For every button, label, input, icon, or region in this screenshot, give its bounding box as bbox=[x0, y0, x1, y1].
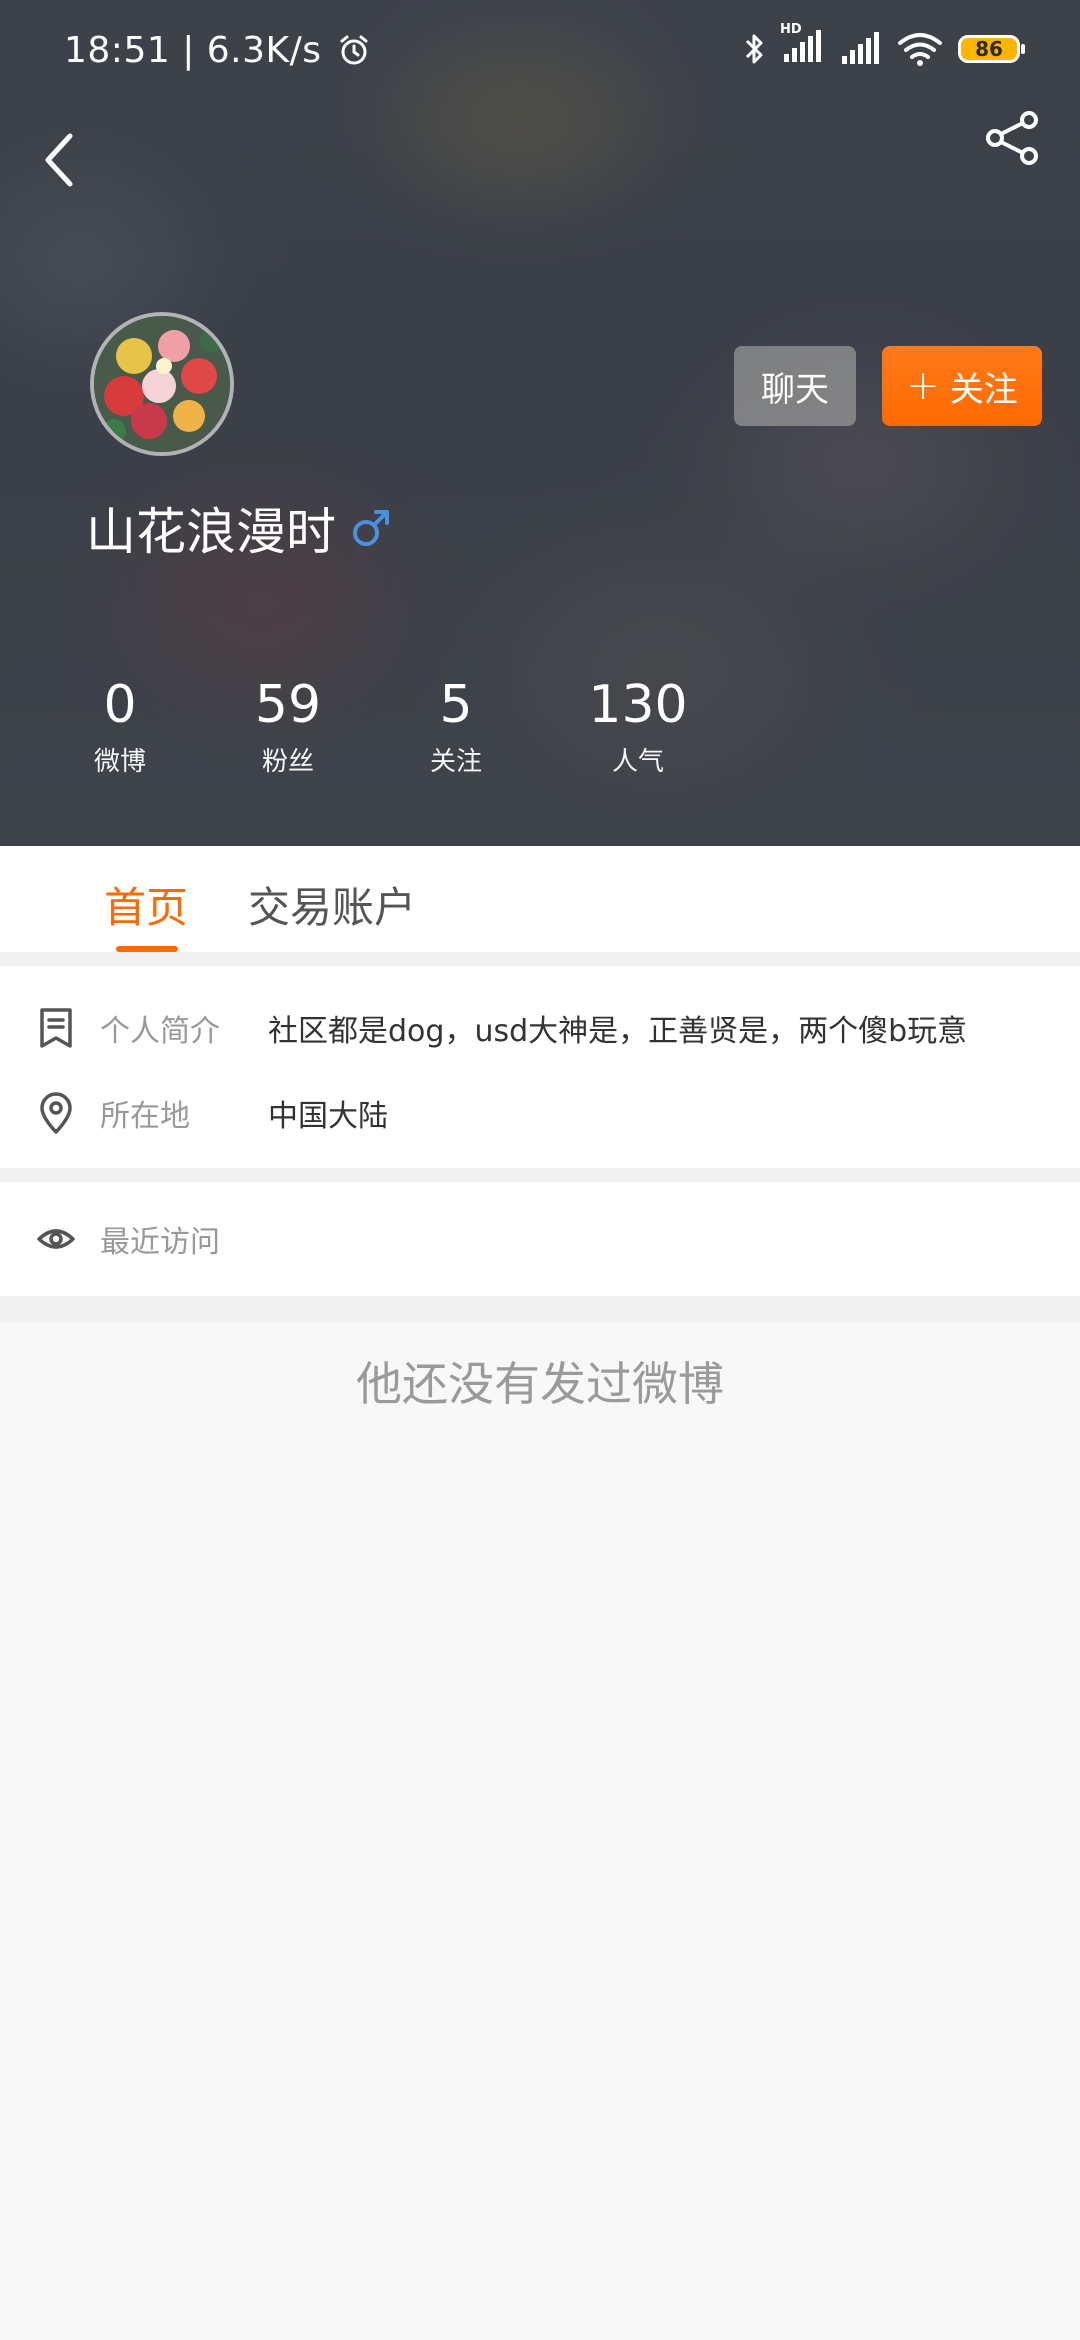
bluetooth-icon bbox=[745, 34, 763, 64]
location-row: 所在地 中国大陆 bbox=[0, 1073, 1080, 1153]
bookmark-icon bbox=[40, 1008, 72, 1048]
tab-trading-account[interactable]: 交易账户 bbox=[248, 874, 416, 935]
avatar[interactable] bbox=[90, 312, 234, 456]
chat-button[interactable]: 聊天 bbox=[734, 346, 856, 426]
wifi-icon bbox=[898, 33, 942, 66]
male-icon bbox=[353, 510, 389, 546]
follow-button[interactable]: + 关注 bbox=[882, 346, 1042, 426]
battery-icon: 86 bbox=[958, 35, 1025, 63]
stat-followers[interactable]: 59 粉丝 bbox=[208, 670, 368, 784]
share-button[interactable] bbox=[980, 105, 1046, 171]
bio-label: 个人简介 bbox=[100, 1014, 220, 1049]
empty-feed-message: 他还没有发过微博 bbox=[356, 1357, 724, 1411]
stat-weibo[interactable]: 0 微博 bbox=[40, 670, 200, 784]
location-value: 中国大陆 bbox=[268, 1099, 388, 1134]
profile-info-card: 个人简介 社区都是dog，usd大神是，正善贤是，两个傻b玩意 所在地 中国大陆 bbox=[0, 966, 1080, 1168]
divider bbox=[0, 1296, 1080, 1322]
stat-following[interactable]: 5 关注 bbox=[376, 670, 536, 784]
tab-home[interactable]: 首页 bbox=[104, 874, 188, 935]
signal-icon bbox=[842, 32, 879, 64]
divider bbox=[0, 952, 1080, 966]
username-row: 山花浪漫时 bbox=[86, 492, 392, 564]
status-time-speed: 18:51 | 6.3K/s bbox=[64, 30, 371, 71]
divider bbox=[0, 1168, 1080, 1182]
username: 山花浪漫时 bbox=[86, 503, 336, 561]
avatar-image bbox=[94, 316, 230, 452]
location-pin-icon bbox=[40, 1092, 72, 1134]
status-icons: HD 86 bbox=[744, 22, 1025, 68]
stat-popularity[interactable]: 130 人气 bbox=[558, 670, 718, 784]
bio-row: 个人简介 社区都是dog，usd大神是，正善贤是，两个傻b玩意 bbox=[0, 988, 1080, 1068]
tab-bar: 首页 交易账户 bbox=[0, 846, 1080, 952]
status-bar: 18:51 | 6.3K/s HD 86 bbox=[0, 0, 1080, 100]
eye-icon bbox=[37, 1229, 75, 1249]
alarm-icon bbox=[340, 35, 368, 65]
back-arrow-icon bbox=[45, 133, 73, 187]
bio-value: 社区都是dog，usd大神是，正善贤是，两个傻b玩意 bbox=[268, 1014, 968, 1049]
plus-icon: + bbox=[906, 363, 940, 409]
share-icon bbox=[986, 111, 1038, 165]
location-label: 所在地 bbox=[100, 1099, 190, 1134]
signal-hd-icon: HD bbox=[780, 22, 824, 68]
recent-visits-row[interactable]: 最近访问 bbox=[0, 1182, 1080, 1296]
back-button[interactable] bbox=[30, 130, 90, 190]
recent-visits-label: 最近访问 bbox=[100, 1225, 220, 1260]
stats-row: 0 微博 59 粉丝 5 关注 130 人气 bbox=[0, 670, 1080, 800]
profile-header: 18:51 | 6.3K/s HD 86 聊天 + 关注 山花浪漫时 0 微博 … bbox=[0, 0, 1080, 846]
